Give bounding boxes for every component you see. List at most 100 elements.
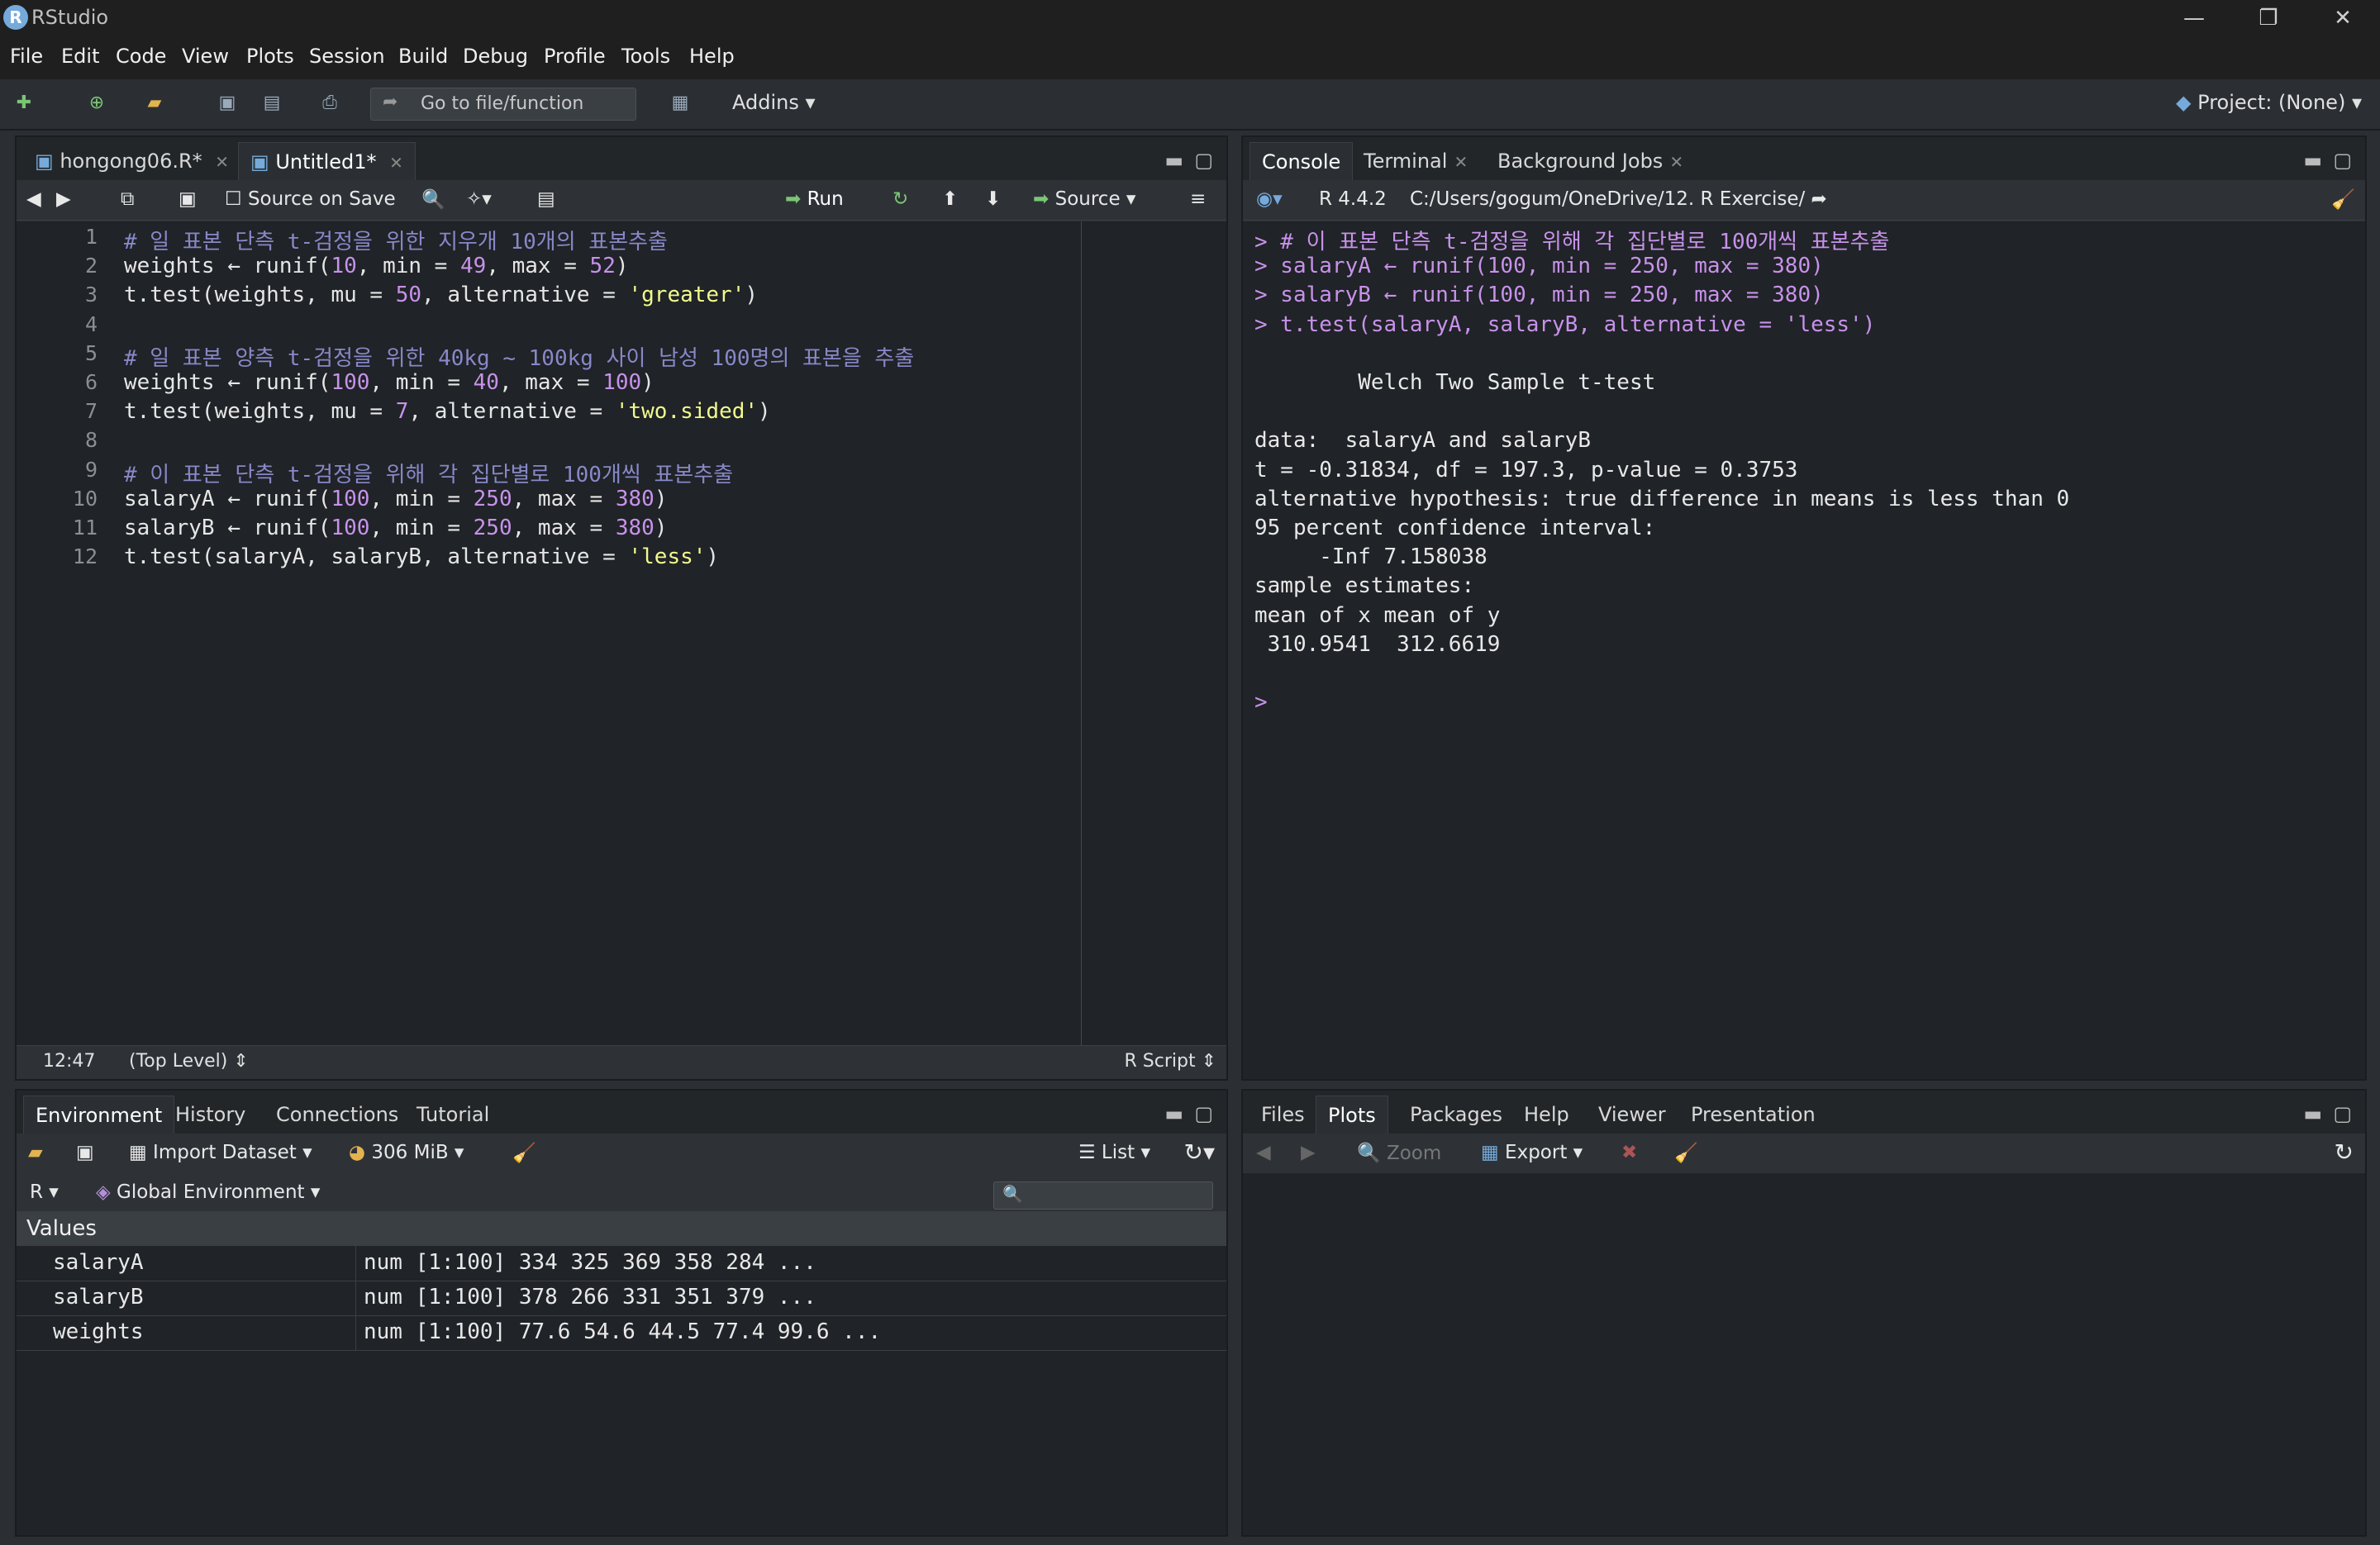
menu-debug[interactable]: Debug <box>463 45 528 68</box>
tab-console[interactable]: Console <box>1250 142 1354 180</box>
maximize-pane-icon[interactable]: ▢ <box>1194 149 1213 172</box>
minimize-pane-icon[interactable]: ▬ <box>1164 1102 1183 1125</box>
new-file-icon[interactable]: ✚ <box>10 91 38 116</box>
menu-file[interactable]: File <box>10 45 43 68</box>
tab-connections[interactable]: Connections <box>264 1096 410 1134</box>
menu-plots[interactable]: Plots <box>246 45 294 68</box>
addins-label: Addins <box>732 91 799 114</box>
code-editor[interactable]: 1 # 일 표본 단측 t-검정을 위한 지우개 10개의 표본추출 2 weight… <box>17 221 1226 1046</box>
tab-help[interactable]: Help <box>1512 1096 1581 1134</box>
rerun-icon[interactable]: ↻ <box>892 188 908 210</box>
new-project-icon[interactable]: ⊕ <box>83 91 111 116</box>
working-directory[interactable]: C:/Users/gogum/OneDrive/12. R Exercise/ … <box>1410 188 1827 210</box>
language-selector[interactable]: R ▾ <box>30 1181 59 1203</box>
grid-layout-icon[interactable]: ▦ <box>666 91 694 116</box>
addins-button[interactable]: Addins ▾ <box>732 91 816 114</box>
menu-edit[interactable]: Edit <box>61 45 99 68</box>
next-plot-icon[interactable]: ▶ <box>1301 1142 1316 1163</box>
plot-area[interactable] <box>1243 1173 2365 1535</box>
menu-view[interactable]: View <box>182 45 229 68</box>
minimize-pane-icon[interactable]: ▬ <box>2303 149 2322 172</box>
close-button[interactable]: ✕ <box>2306 0 2380 36</box>
r-logo-icon[interactable]: ◉▾ <box>1256 188 1283 210</box>
environment-icon: ◈ <box>96 1181 111 1203</box>
maximize-pane-icon[interactable]: ▢ <box>2333 149 2352 172</box>
tab-packages[interactable]: Packages <box>1398 1096 1514 1134</box>
code-tools-icon[interactable]: ✧▾ <box>466 188 492 210</box>
remove-plot-icon[interactable]: ✖ <box>1621 1142 1637 1163</box>
tab-tutorial[interactable]: Tutorial <box>405 1096 501 1134</box>
import-dataset-button[interactable]: ▦ Import Dataset ▾ <box>129 1142 312 1163</box>
filetype-selector[interactable]: R Script ⇕ <box>1124 1051 1216 1072</box>
tab-plots[interactable]: Plots <box>1316 1096 1388 1134</box>
close-tab-icon[interactable]: ✕ <box>1454 152 1468 172</box>
code-token: 380 <box>615 486 654 511</box>
zoom-button[interactable]: 🔍 Zoom <box>1357 1142 1441 1164</box>
tab-hongong06[interactable]: ▣ hongong06.R* ✕ <box>23 142 240 180</box>
source-on-save-checkbox[interactable]: ☐ Source on Save <box>225 188 396 210</box>
code-token: , min = <box>356 254 460 279</box>
minimize-pane-icon[interactable]: ▬ <box>1164 149 1183 172</box>
save-icon[interactable]: ▣ <box>213 91 241 116</box>
compile-report-icon[interactable]: ▤ <box>537 188 555 210</box>
menu-code[interactable]: Code <box>116 45 166 68</box>
menu-build[interactable]: Build <box>398 45 448 68</box>
maximize-pane-icon[interactable]: ▢ <box>1194 1102 1213 1125</box>
memory-usage-button[interactable]: ◕ 306 MiB ▾ <box>349 1142 464 1163</box>
up-arrow-icon[interactable]: ⬆ <box>942 188 958 210</box>
tab-presentation[interactable]: Presentation <box>1679 1096 1827 1134</box>
minimize-pane-icon[interactable]: ▬ <box>2303 1102 2322 1125</box>
tab-viewer[interactable]: Viewer <box>1587 1096 1678 1134</box>
save-workspace-icon[interactable]: ▣ <box>76 1142 94 1163</box>
close-tab-icon[interactable]: ✕ <box>389 153 403 173</box>
tab-history[interactable]: History <box>164 1096 257 1134</box>
console-output[interactable]: > # 이 표본 단측 t-검정을 위해 각 집단별로 100개씩 표본추출 > … <box>1243 221 2365 1079</box>
list-label: List <box>1101 1142 1135 1163</box>
forward-icon[interactable]: ▶ <box>56 188 71 210</box>
run-button[interactable]: ➡ Run <box>785 188 844 210</box>
menu-help[interactable]: Help <box>689 45 735 68</box>
down-arrow-icon[interactable]: ⬇ <box>985 188 1001 210</box>
previous-plot-icon[interactable]: ◀ <box>1256 1142 1271 1163</box>
maximize-pane-icon[interactable]: ▢ <box>2333 1102 2352 1125</box>
clear-plots-icon[interactable]: 🧹 <box>1674 1142 1698 1164</box>
open-workspace-icon[interactable]: ▰ <box>28 1142 43 1163</box>
menu-profile[interactable]: Profile <box>544 45 606 68</box>
back-icon[interactable]: ◀ <box>26 188 41 210</box>
refresh-icon[interactable]: ↻▾ <box>1183 1139 1215 1166</box>
show-in-window-icon[interactable]: ⧉ <box>121 188 134 210</box>
broom-icon[interactable]: 🧹 <box>512 1142 536 1164</box>
tab-untitled1[interactable]: ▣ Untitled1* ✕ <box>238 142 416 180</box>
window-title: RStudio <box>31 6 109 29</box>
outline-icon[interactable]: ≡ <box>1190 188 1206 210</box>
export-button[interactable]: ▦ Export ▾ <box>1481 1142 1583 1163</box>
project-menu[interactable]: ◆ Project: (None) ▾ <box>2176 91 2362 114</box>
menu-tools[interactable]: Tools <box>621 45 670 68</box>
menu-session[interactable]: Session <box>309 45 385 68</box>
goto-file-input[interactable]: ➦ Go to file/function <box>370 88 636 121</box>
environment-row[interactable]: salaryB num [1:100] 378 266 331 351 379 .… <box>17 1281 1226 1316</box>
global-environment-selector[interactable]: ◈ Global Environment ▾ <box>96 1181 320 1203</box>
search-icon[interactable]: 🔍 <box>421 188 445 211</box>
tab-terminal[interactable]: Terminal ✕ <box>1352 142 1479 180</box>
scope-selector[interactable]: (Top Level) ⇕ <box>129 1051 249 1072</box>
tab-environment[interactable]: Environment <box>23 1096 175 1134</box>
print-icon[interactable]: ⎙ <box>316 91 344 116</box>
tab-background-jobs[interactable]: Background Jobs ✕ <box>1486 142 1695 180</box>
close-tab-icon[interactable]: ✕ <box>215 152 229 172</box>
environment-row[interactable]: weights num [1:100] 77.6 54.6 44.5 77.4 9… <box>17 1315 1226 1351</box>
list-view-button[interactable]: ☰ List ▾ <box>1078 1142 1150 1163</box>
save-all-icon[interactable]: ▤ <box>258 91 286 116</box>
tab-files[interactable]: Files <box>1250 1096 1316 1134</box>
maximize-button[interactable]: ❐ <box>2231 0 2306 36</box>
minimize-button[interactable]: — <box>2157 0 2231 36</box>
close-tab-icon[interactable]: ✕ <box>1669 152 1683 172</box>
clear-console-icon[interactable]: 🧹 <box>2331 188 2355 211</box>
save-icon[interactable]: ▣ <box>178 188 197 210</box>
environment-row[interactable]: salaryA num [1:100] 334 325 369 358 284 .… <box>17 1246 1226 1281</box>
tab-label: Plots <box>1328 1104 1376 1127</box>
source-button[interactable]: ➡ Source ▾ <box>1033 188 1135 210</box>
open-file-icon[interactable]: ▰ <box>140 91 169 116</box>
refresh-icon[interactable]: ↻ <box>2335 1139 2354 1166</box>
environment-search-input[interactable]: 🔍 <box>993 1181 1213 1210</box>
